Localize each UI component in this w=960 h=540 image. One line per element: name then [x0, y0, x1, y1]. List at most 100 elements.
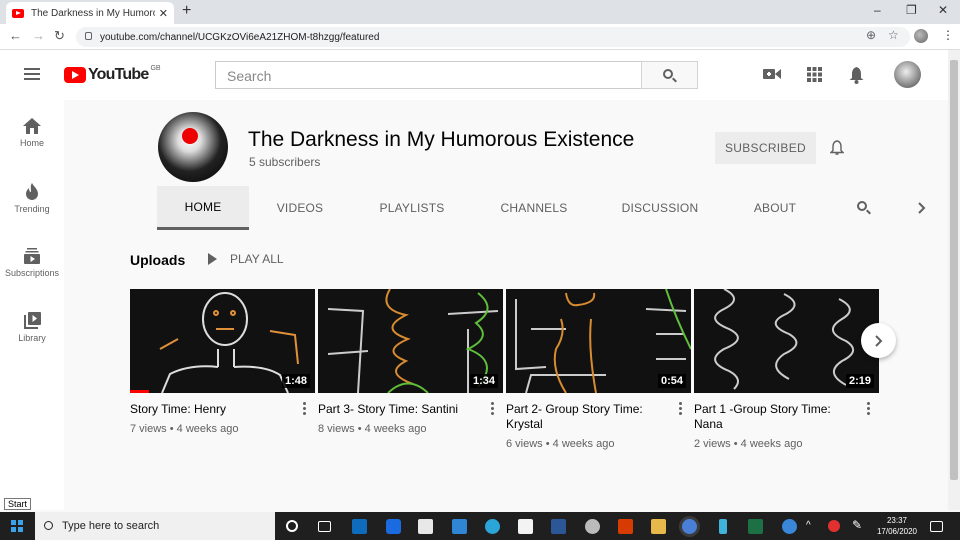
tabs-next-chevron-icon[interactable]	[918, 202, 926, 214]
nav-item-subscriptions[interactable]: Subscriptions	[0, 248, 64, 278]
subscriber-count: 5 subscribers	[249, 155, 321, 169]
video-menu-icon[interactable]	[491, 402, 494, 415]
video-meta: 6 views • 4 weeks ago	[506, 438, 615, 450]
tab-close-icon[interactable]: ✕	[159, 7, 168, 20]
channel-name: The Darkness in My Humorous Existence	[248, 128, 635, 151]
taskbar-clock[interactable]: 23:37 17/06/2020	[873, 515, 921, 537]
channel-avatar[interactable]	[158, 112, 228, 182]
new-tab-button[interactable]: +	[182, 2, 191, 20]
video-card[interactable]: 1:34 Part 3- Story Time: Santini 8 views…	[318, 289, 503, 435]
video-card[interactable]: 0:54 Part 2- Group Story Time: Krystal 6…	[506, 289, 691, 450]
section-title: Uploads	[130, 252, 186, 268]
video-card[interactable]: 2:19 Part 1 -Group Story Time: Nana 2 vi…	[694, 289, 879, 450]
video-thumbnail[interactable]: 0:54	[506, 289, 691, 393]
forward-arrow-icon[interactable]: →	[32, 28, 45, 43]
video-menu-icon[interactable]	[303, 402, 306, 415]
file-explorer-icon[interactable]	[651, 519, 666, 534]
app-bolt-icon[interactable]	[719, 519, 727, 534]
tab-channels[interactable]: CHANNELS	[484, 186, 584, 230]
shelf-next-button[interactable]	[861, 323, 896, 358]
browser-tab[interactable]: The Darkness in My Humorous E ✕	[6, 2, 174, 24]
youtube-favicon-icon	[12, 8, 24, 18]
zoom-icon[interactable]: ⊕	[866, 28, 876, 42]
tray-app-icon[interactable]	[828, 520, 840, 532]
channel-search-icon[interactable]	[857, 201, 867, 211]
search-icon	[663, 69, 673, 79]
video-menu-icon[interactable]	[867, 402, 870, 415]
word-icon[interactable]	[551, 519, 566, 534]
office-icon[interactable]	[618, 519, 633, 534]
back-arrow-icon[interactable]: ←	[9, 28, 22, 43]
notifications-bell-icon[interactable]	[849, 67, 864, 84]
nav-item-home[interactable]: Home	[0, 118, 64, 148]
create-video-icon[interactable]	[763, 67, 781, 81]
subscribed-button[interactable]: SUBSCRIBED	[715, 132, 816, 164]
video-thumbnail[interactable]: 1:48	[130, 289, 315, 393]
play-all-button[interactable]: PLAY ALL	[208, 252, 284, 266]
video-thumbnail[interactable]: 1:34	[318, 289, 503, 393]
taskbar-search-icon	[44, 521, 53, 530]
chrome-icon[interactable]	[682, 519, 697, 534]
video-title[interactable]: Part 3- Story Time: Santini	[318, 402, 503, 417]
taskbar-search-input[interactable]: Type here to search	[35, 512, 275, 540]
windows-start-icon[interactable]	[11, 520, 23, 532]
minimize-button[interactable]: –	[874, 3, 881, 17]
dropbox-icon[interactable]	[386, 519, 401, 534]
store-icon[interactable]	[418, 519, 433, 534]
browser-tab-bar: The Darkness in My Humorous E ✕ + – ❐ ✕	[0, 0, 960, 24]
youtube-logo[interactable]: YouTube GB	[64, 65, 161, 84]
address-bar-row: ← → ↻ youtube.com/channel/UCGKzOVi6eA21Z…	[0, 24, 960, 50]
channel-tabs: HOME VIDEOS PLAYLISTS CHANNELS DISCUSSIO…	[64, 186, 948, 230]
video-menu-icon[interactable]	[679, 402, 682, 415]
bookmark-star-icon[interactable]: ☆	[888, 28, 899, 42]
user-avatar[interactable]	[894, 61, 921, 88]
action-center-icon[interactable]	[930, 521, 943, 532]
mail-icon[interactable]	[452, 519, 467, 534]
video-meta: 7 views • 4 weeks ago	[130, 423, 239, 435]
notepad-icon[interactable]	[518, 519, 533, 534]
search-button[interactable]	[641, 61, 698, 89]
url-bar[interactable]: youtube.com/channel/UCGKzOVi6eA21ZHOM-t8…	[76, 27, 910, 47]
excel-icon[interactable]	[748, 519, 763, 534]
nav-item-label: Home	[19, 138, 44, 148]
browser-profile-avatar[interactable]	[914, 29, 928, 43]
video-card[interactable]: 1:48 Story Time: Henry 7 views • 4 weeks…	[130, 289, 315, 435]
video-duration: 0:54	[657, 374, 686, 388]
outlook-icon[interactable]	[352, 519, 367, 534]
reload-icon[interactable]: ↻	[54, 28, 65, 44]
tab-discussion[interactable]: DISCUSSION	[610, 186, 710, 230]
video-duration: 1:34	[469, 374, 498, 388]
channel-notification-bell-icon[interactable]	[830, 140, 844, 156]
nav-item-library[interactable]: Library	[0, 312, 64, 343]
youtube-play-icon	[64, 67, 86, 83]
video-title[interactable]: Story Time: Henry	[130, 402, 315, 417]
hamburger-menu-icon[interactable]	[24, 68, 40, 80]
cortana-icon[interactable]	[286, 520, 298, 532]
nav-item-trending[interactable]: Trending	[0, 183, 64, 214]
nav-item-label: Subscriptions	[4, 268, 60, 278]
search-input[interactable]: Search	[215, 61, 642, 89]
pen-icon[interactable]: ✎	[852, 518, 862, 532]
page-scrollbar[interactable]	[948, 50, 960, 510]
video-title[interactable]: Part 2- Group Story Time: Krystal	[506, 402, 691, 432]
video-title[interactable]: Part 1 -Group Story Time: Nana	[694, 402, 879, 432]
tab-home[interactable]: HOME	[157, 186, 249, 230]
window-close-button[interactable]: ✕	[938, 3, 948, 17]
video-duration: 1:48	[281, 374, 310, 388]
play-icon	[208, 253, 217, 265]
tab-playlists[interactable]: PLAYLISTS	[364, 186, 460, 230]
help-icon[interactable]	[782, 519, 797, 534]
play-all-label: PLAY ALL	[230, 252, 284, 266]
left-nav: Home Trending Subscriptions Library	[0, 100, 64, 510]
edge-icon[interactable]	[485, 519, 500, 534]
tab-about[interactable]: ABOUT	[740, 186, 810, 230]
browser-menu-icon[interactable]: ⋮	[942, 28, 954, 42]
tray-chevron-up-icon[interactable]: ^	[806, 520, 811, 531]
video-thumbnail[interactable]: 2:19	[694, 289, 879, 393]
scrollbar-thumb[interactable]	[950, 60, 958, 480]
restore-button[interactable]: ❐	[906, 3, 917, 17]
settings-gear-icon[interactable]	[585, 519, 600, 534]
apps-grid-icon[interactable]	[807, 67, 822, 82]
task-view-icon[interactable]	[318, 521, 331, 532]
tab-videos[interactable]: VIDEOS	[260, 186, 340, 230]
